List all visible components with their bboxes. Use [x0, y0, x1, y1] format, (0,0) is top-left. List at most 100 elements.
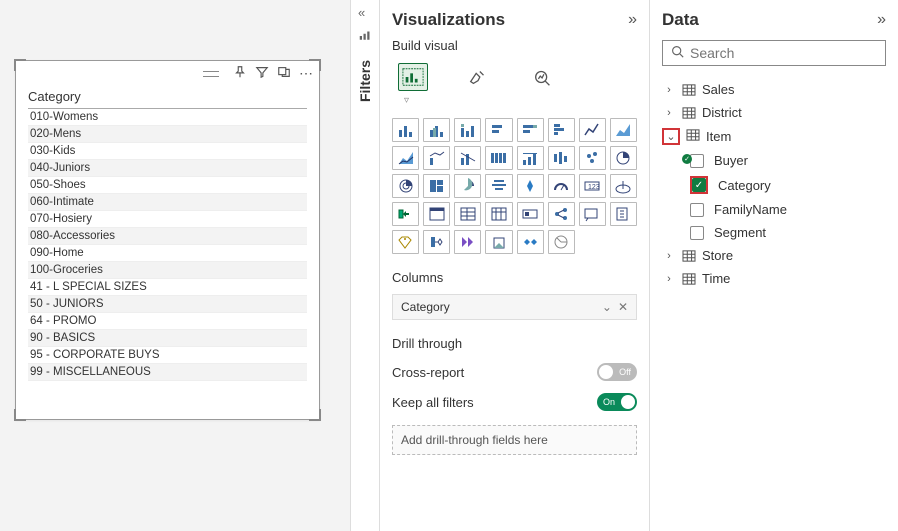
field-familyname[interactable]: FamilyName — [662, 200, 886, 219]
chevron-icon[interactable]: › — [662, 273, 676, 285]
table-row[interactable]: 080-Accessories — [28, 228, 307, 245]
chevron-icon[interactable]: › — [662, 250, 676, 262]
viz-type-scatter[interactable] — [579, 146, 606, 170]
viz-type-slicer[interactable] — [423, 202, 450, 226]
table-row[interactable]: 030-Kids — [28, 143, 307, 160]
viz-type-100-bar-h[interactable] — [548, 118, 575, 142]
tab-analytics[interactable] — [528, 63, 558, 91]
field-checkbox[interactable] — [690, 226, 704, 240]
table-row[interactable]: 41 - L SPECIAL SIZES — [28, 279, 307, 296]
table-node-sales[interactable]: ›Sales — [662, 80, 886, 99]
viz-type-kpi[interactable] — [610, 174, 637, 198]
table-node-district[interactable]: ›District — [662, 103, 886, 122]
viz-type-ribbon[interactable] — [485, 146, 512, 170]
chevron-icon[interactable]: › — [662, 84, 676, 96]
chevron-icon[interactable]: › — [662, 107, 676, 119]
viz-type-power-apps[interactable] — [454, 230, 481, 254]
selection-handle-br[interactable] — [309, 409, 321, 421]
viz-type-stacked-bar-h[interactable] — [517, 118, 544, 142]
collapse-viz-icon[interactable]: » — [628, 11, 637, 29]
table-row[interactable]: 010-Womens — [28, 109, 307, 126]
filters-pane-collapsed[interactable]: « Filters — [350, 0, 380, 531]
table-label: Time — [702, 271, 730, 286]
filters-label: Filters — [357, 60, 373, 102]
viz-type-paginated[interactable] — [610, 202, 637, 226]
tab-build-visual[interactable] — [398, 63, 428, 91]
table-row[interactable]: 90 - BASICS — [28, 330, 307, 347]
viz-type-pie-slice[interactable] — [454, 174, 481, 198]
viz-type-multi-row[interactable] — [392, 202, 419, 226]
field-checkbox[interactable] — [690, 203, 704, 217]
field-checkbox[interactable]: ✓ — [692, 178, 706, 192]
remove-field-icon[interactable]: ✕ — [618, 300, 628, 314]
focus-mode-icon[interactable] — [277, 65, 291, 82]
viz-type-gauge[interactable] — [548, 174, 575, 198]
table-row[interactable]: 100-Groceries — [28, 262, 307, 279]
viz-type-table[interactable] — [454, 202, 481, 226]
table-node-store[interactable]: ›Store — [662, 246, 886, 265]
cross-report-toggle[interactable]: Off — [597, 363, 637, 381]
table-row[interactable]: 64 - PROMO — [28, 313, 307, 330]
viz-type-more[interactable] — [548, 230, 575, 254]
viz-type-line-column[interactable] — [423, 146, 450, 170]
collapse-data-icon[interactable]: » — [877, 11, 886, 29]
table-row[interactable]: 50 - JUNIORS — [28, 296, 307, 313]
viz-type-donut[interactable] — [392, 174, 419, 198]
table-node-item[interactable]: ⌄✓Item — [662, 126, 886, 147]
table-row[interactable]: 050-Shoes — [28, 177, 307, 194]
viz-type-q-and-a[interactable] — [579, 202, 606, 226]
field-checkbox[interactable] — [690, 154, 704, 168]
table-row[interactable]: 040-Juniors — [28, 160, 307, 177]
chevron-icon[interactable]: ⌄ — [664, 130, 678, 143]
table-column-header[interactable]: Category — [28, 86, 307, 109]
viz-type-funnel[interactable] — [485, 174, 512, 198]
viz-type-smart-narrative[interactable] — [423, 230, 450, 254]
field-buyer[interactable]: Buyer — [662, 151, 886, 170]
viz-type-clustered-bar[interactable] — [423, 118, 450, 142]
table-row[interactable]: 070-Hosiery — [28, 211, 307, 228]
selection-handle-tl[interactable] — [14, 59, 26, 71]
viz-type-stacked-bar[interactable] — [392, 118, 419, 142]
table-row[interactable]: 090-Home — [28, 245, 307, 262]
selection-handle-bl[interactable] — [14, 409, 26, 421]
table-row[interactable]: 020-Mens — [28, 126, 307, 143]
viz-type-treemap[interactable] — [423, 174, 450, 198]
field-chip-category[interactable]: Category — [401, 300, 450, 314]
filter-icon[interactable] — [255, 65, 269, 82]
viz-type-bar-h[interactable] — [485, 118, 512, 142]
table-row[interactable]: 95 - CORPORATE BUYS — [28, 347, 307, 364]
viz-type-power-automate[interactable] — [517, 230, 544, 254]
keep-filters-toggle[interactable]: On — [597, 393, 637, 411]
viz-type-waterfall[interactable] — [517, 146, 544, 170]
drag-handle-icon[interactable] — [203, 71, 219, 77]
viz-type-decomposition[interactable] — [548, 202, 575, 226]
field-category[interactable]: ✓Category — [662, 174, 886, 196]
table-row[interactable]: 99 - MISCELLANEOUS — [28, 364, 307, 381]
viz-type-area[interactable] — [610, 118, 637, 142]
pin-icon[interactable] — [233, 65, 247, 82]
chevron-down-icon[interactable]: ⌄ — [602, 300, 612, 314]
drill-through-dropzone[interactable]: Add drill-through fields here — [392, 425, 637, 455]
collapse-icon[interactable]: « — [358, 5, 365, 20]
tab-format-visual[interactable] — [463, 63, 493, 91]
columns-field-well[interactable]: Category ⌄ ✕ — [392, 294, 637, 320]
viz-type-funnel-bar[interactable] — [548, 146, 575, 170]
search-box[interactable] — [662, 40, 886, 66]
viz-type-pie[interactable] — [610, 146, 637, 170]
table-row[interactable]: 060-Intimate — [28, 194, 307, 211]
viz-type-stacked-area[interactable] — [392, 146, 419, 170]
search-input[interactable] — [690, 45, 877, 61]
table-node-time[interactable]: › Time — [662, 269, 886, 288]
viz-type-python[interactable] — [485, 230, 512, 254]
more-options-icon[interactable]: ⋯ — [299, 65, 313, 82]
viz-type-100-stacked-bar[interactable] — [454, 118, 481, 142]
viz-type-matrix[interactable] — [485, 202, 512, 226]
viz-type-map[interactable] — [517, 174, 544, 198]
viz-type-line-column-2[interactable] — [454, 146, 481, 170]
viz-type-card[interactable]: 123 — [579, 174, 606, 198]
viz-type-key-influencers[interactable] — [392, 230, 419, 254]
table-visual[interactable]: ⋯ Category 010-Womens020-Mens030-Kids040… — [15, 60, 320, 420]
viz-type-line[interactable] — [579, 118, 606, 142]
viz-type-r-visual[interactable] — [517, 202, 544, 226]
field-segment[interactable]: Segment — [662, 223, 886, 242]
